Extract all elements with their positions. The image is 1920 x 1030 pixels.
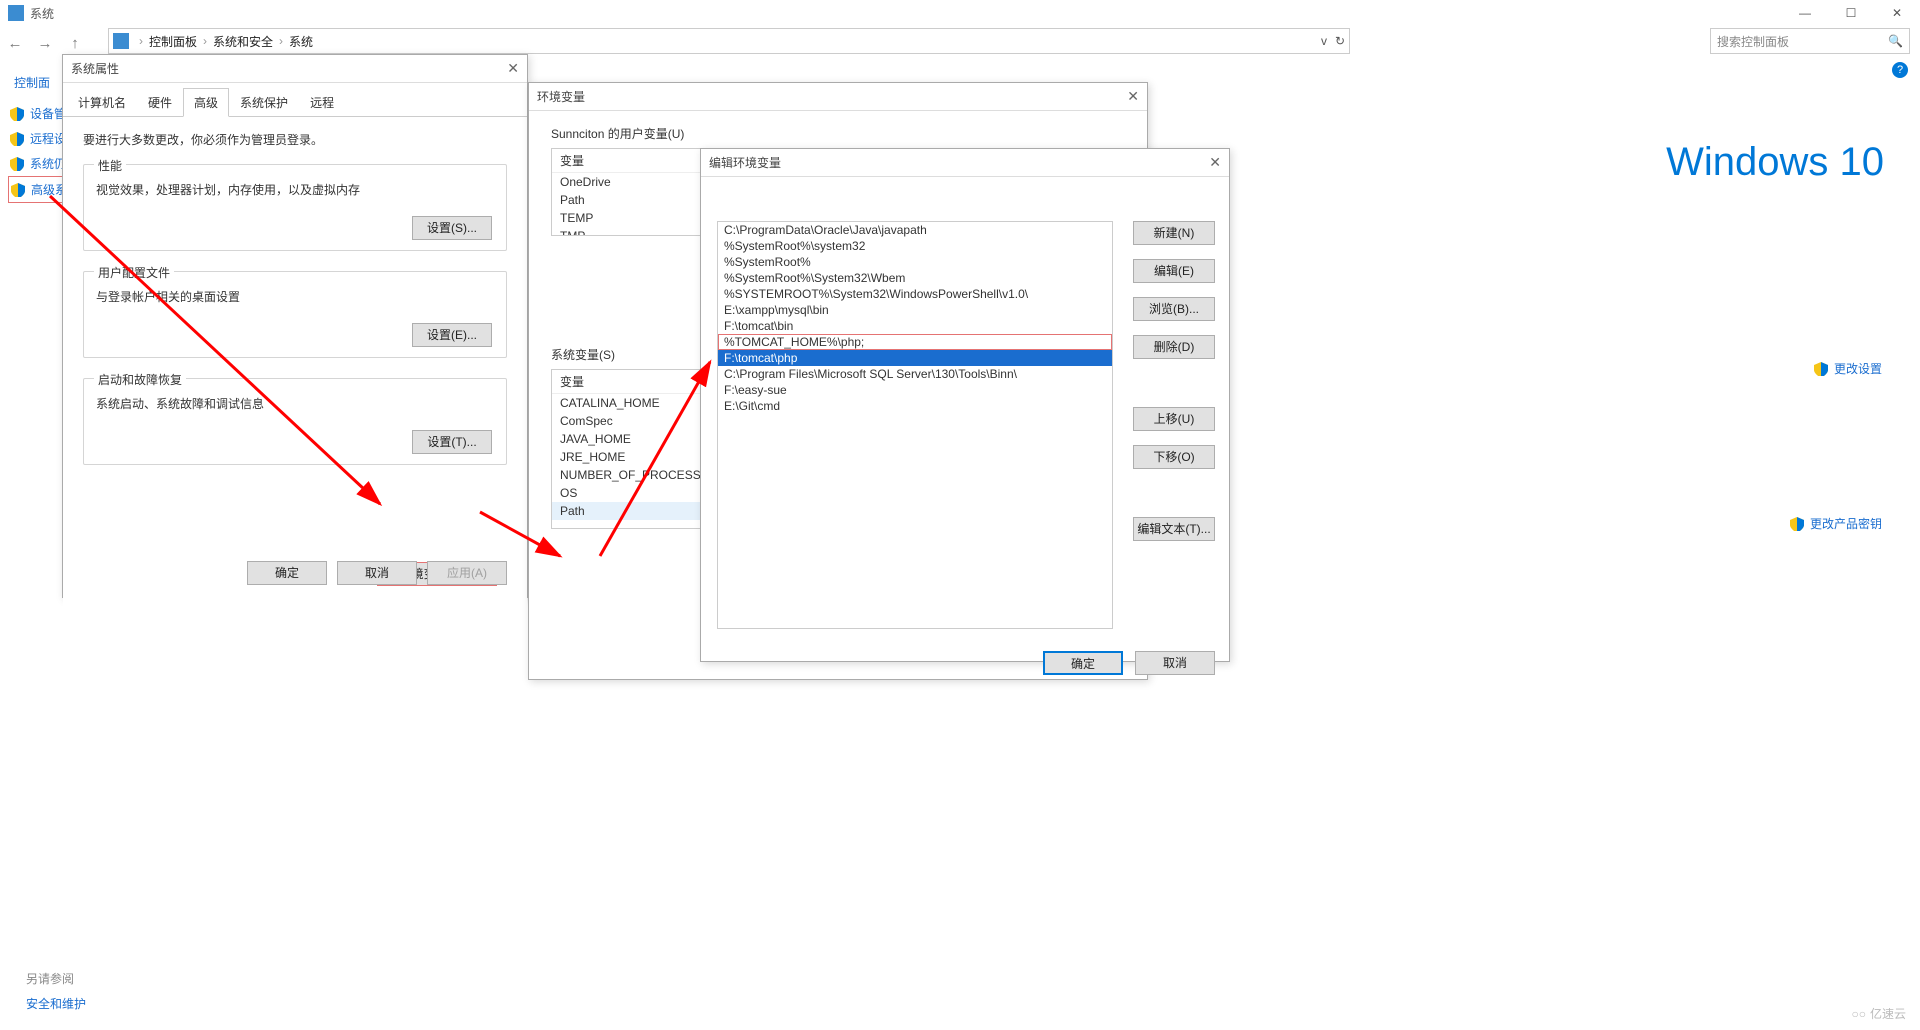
footer-heading: 另请参阅: [26, 970, 86, 987]
address-dropdown[interactable]: v: [1321, 34, 1327, 48]
breadcrumb-sep: ›: [135, 34, 147, 48]
address-bar[interactable]: › 控制面板 › 系统和安全 › 系统 v ↻: [108, 28, 1350, 54]
system-properties-dialog: 系统属性 ✕ 计算机名 硬件 高级 系统保护 远程 要进行大多数更改，你必须作为…: [62, 54, 528, 598]
tab-hardware[interactable]: 硬件: [137, 88, 183, 116]
profile-settings-button[interactable]: 设置(E)...: [412, 323, 492, 347]
window-title: 系统: [30, 5, 54, 22]
startup-settings-button[interactable]: 设置(T)...: [412, 430, 492, 454]
dialog-titlebar[interactable]: 系统属性 ✕: [63, 55, 527, 83]
address-refresh[interactable]: ↻: [1335, 34, 1345, 48]
footer-link[interactable]: 安全和维护: [26, 995, 86, 1012]
help-icon[interactable]: ?: [1892, 62, 1908, 78]
minimize-button[interactable]: —: [1782, 0, 1828, 26]
tab-protect[interactable]: 系统保护: [229, 88, 299, 116]
shield-icon: [10, 132, 24, 146]
edit-button[interactable]: 编辑(E): [1133, 259, 1215, 283]
nav-back-button[interactable]: ←: [0, 35, 30, 52]
dialog-title: 系统属性: [71, 60, 119, 77]
close-icon[interactable]: ✕: [1209, 154, 1221, 171]
path-row[interactable]: E:\xampp\mysql\bin: [718, 302, 1112, 318]
new-button[interactable]: 新建(N): [1133, 221, 1215, 245]
shield-icon: [1814, 362, 1828, 376]
path-row[interactable]: %SystemRoot%\system32: [718, 238, 1112, 254]
watermark: ○○亿速云: [1851, 1005, 1906, 1022]
close-icon[interactable]: ✕: [507, 60, 519, 77]
shield-icon: [11, 183, 25, 197]
admin-hint: 要进行大多数更改，你必须作为管理员登录。: [83, 131, 507, 148]
windows10-logo: Windows 10: [1666, 140, 1884, 185]
ok-button[interactable]: 确定: [1043, 651, 1123, 675]
profile-group: 用户配置文件 与登录帐户相关的桌面设置 设置(E)...: [83, 271, 507, 358]
shield-icon: [1790, 517, 1804, 531]
tab-computer-name[interactable]: 计算机名: [67, 88, 137, 116]
nav-forward-button[interactable]: →: [30, 35, 60, 52]
path-row[interactable]: %SYSTEMROOT%\System32\WindowsPowerShell\…: [718, 286, 1112, 302]
breadcrumb-item[interactable]: 控制面板: [147, 33, 199, 50]
path-list[interactable]: C:\ProgramData\Oracle\Java\javapath%Syst…: [717, 221, 1113, 629]
footer: 另请参阅 安全和维护: [26, 970, 86, 1012]
breadcrumb-item[interactable]: 系统和安全: [211, 33, 275, 50]
dialog-title: 环境变量: [537, 88, 585, 105]
path-row[interactable]: E:\Git\cmd: [718, 398, 1112, 414]
move-down-button[interactable]: 下移(O): [1133, 445, 1215, 469]
close-icon[interactable]: ✕: [1127, 88, 1139, 105]
dialog-titlebar[interactable]: 编辑环境变量 ✕: [701, 149, 1229, 177]
search-placeholder: 搜索控制面板: [1717, 33, 1789, 50]
dialog-title: 编辑环境变量: [709, 154, 781, 171]
ok-button[interactable]: 确定: [247, 561, 327, 585]
path-row[interactable]: %TOMCAT_HOME%\php;: [718, 334, 1112, 350]
tab-remote[interactable]: 远程: [299, 88, 345, 116]
cancel-button[interactable]: 取消: [1135, 651, 1215, 675]
tab-advanced[interactable]: 高级: [183, 88, 229, 117]
nav-up-button[interactable]: ↑: [60, 35, 90, 52]
address-icon: [113, 33, 129, 49]
cancel-button[interactable]: 取消: [337, 561, 417, 585]
close-button[interactable]: ✕: [1874, 0, 1920, 26]
tab-strip: 计算机名 硬件 高级 系统保护 远程: [63, 83, 527, 117]
delete-button[interactable]: 删除(D): [1133, 335, 1215, 359]
search-input[interactable]: 搜索控制面板 🔍: [1710, 28, 1910, 54]
path-row[interactable]: %SystemRoot%\System32\Wbem: [718, 270, 1112, 286]
apply-button[interactable]: 应用(A): [427, 561, 507, 585]
user-vars-label: Sunnciton 的用户变量(U): [551, 125, 1125, 142]
maximize-button[interactable]: ☐: [1828, 0, 1874, 26]
path-row[interactable]: %SystemRoot%: [718, 254, 1112, 270]
edit-text-button[interactable]: 编辑文本(T)...: [1133, 517, 1215, 541]
dialog-titlebar[interactable]: 环境变量 ✕: [529, 83, 1147, 111]
path-row[interactable]: F:\tomcat\php: [718, 350, 1112, 366]
change-product-key-link[interactable]: 更改产品密钥: [1790, 515, 1882, 532]
search-icon: 🔍: [1888, 34, 1903, 48]
path-row[interactable]: C:\Program Files\Microsoft SQL Server\13…: [718, 366, 1112, 382]
window-titlebar: 系统 — ☐ ✕: [0, 0, 1920, 26]
path-row[interactable]: F:\easy-sue: [718, 382, 1112, 398]
path-row[interactable]: C:\ProgramData\Oracle\Java\javapath: [718, 222, 1112, 238]
perf-settings-button[interactable]: 设置(S)...: [412, 216, 492, 240]
shield-icon: [10, 107, 24, 121]
shield-icon: [10, 157, 24, 171]
change-settings-link[interactable]: 更改设置: [1682, 360, 1882, 377]
startup-group: 启动和故障恢复 系统启动、系统故障和调试信息 设置(T)...: [83, 378, 507, 465]
breadcrumb-item[interactable]: 系统: [287, 33, 315, 50]
move-up-button[interactable]: 上移(U): [1133, 407, 1215, 431]
browse-button[interactable]: 浏览(B)...: [1133, 297, 1215, 321]
system-icon: [8, 5, 24, 21]
perf-group: 性能 视觉效果，处理器计划，内存使用，以及虚拟内存 设置(S)...: [83, 164, 507, 251]
path-row[interactable]: F:\tomcat\bin: [718, 318, 1112, 334]
edit-env-dialog: 编辑环境变量 ✕ C:\ProgramData\Oracle\Java\java…: [700, 148, 1230, 662]
